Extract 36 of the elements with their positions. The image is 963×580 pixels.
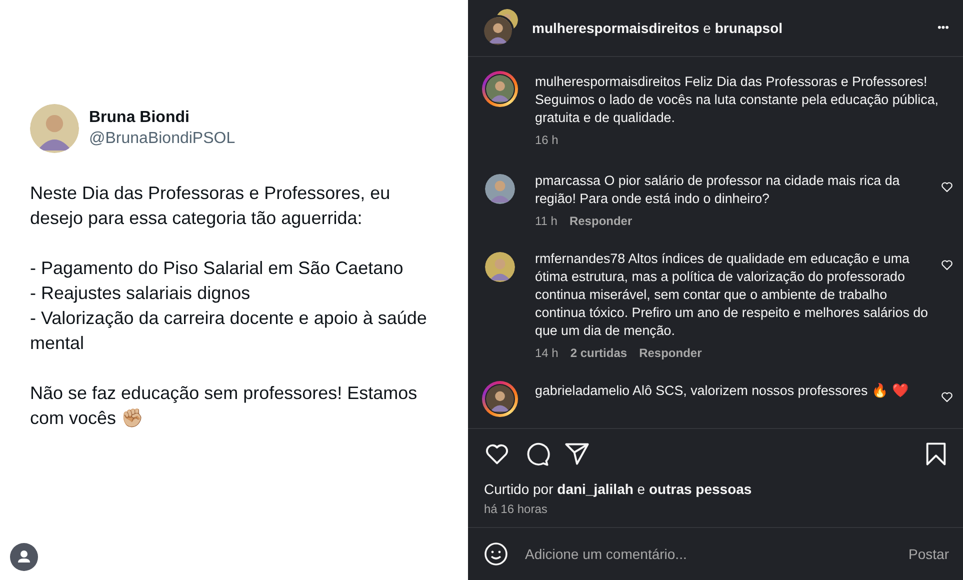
like-icon[interactable] xyxy=(941,181,953,193)
profile-photo xyxy=(485,252,515,282)
reply-link[interactable]: Responder xyxy=(569,214,632,228)
comment-text: gabrieladamelio Alô SCS, valorizem nossos professores 🔥 ❤ xyxy=(535,382,910,400)
avatar-photo xyxy=(30,104,79,153)
comment-text: pmarcassa O pior salário de professor na cidade mais rica da região! Para onde está indo o dinheiro? xyxy=(535,172,901,208)
author-name: Bruna Biondi xyxy=(89,109,190,127)
user-icon[interactable] xyxy=(10,543,38,571)
profile-photo xyxy=(486,75,514,103)
like-icon[interactable] xyxy=(941,259,953,271)
tweet-paragraph: Neste Dia das Professoras e Professores, eu desejo para essa categoria tão aguerrida: xyxy=(30,182,392,230)
more-options-button[interactable]: ••• xyxy=(937,22,949,34)
post-authors: mulherespormaisdireitos e brunapsol xyxy=(532,20,784,36)
story-ring-avatar[interactable] xyxy=(482,381,518,417)
liked-by-text: Curtido por dani_jalilah e outras pessoas xyxy=(484,481,753,497)
comment-text: mulherespormaisdireitos Feliz Dia das Professoras e Professores! Seguimos o lado de vocês na luta constante pela educação pública, gratuita e de qualidade. xyxy=(535,73,940,127)
tweet-paragraph: - Pagamento do Piso Salarial em São Caetano - Reajustes salariais dignos - Valorização da carreira docente e apoio à saúde mental xyxy=(30,257,428,355)
comment-text: rmfernandes78 Altos índices de qualidade em educação e uma ótima estrutura, mas a política de valorização do professorado continua miserável, sem contar que o ambiente de trabalho continua tóxico. Prefiro um ano de respeito e melhores salários do que um dia de menção. xyxy=(535,250,930,340)
profile-photo xyxy=(484,17,512,45)
author-handle: @BrunaBiondiPSOL xyxy=(89,130,236,148)
share-icon[interactable] xyxy=(564,441,590,467)
collab-avatars[interactable] xyxy=(482,9,518,47)
likes-count[interactable]: 2 curtidas xyxy=(570,346,628,360)
comment-time: 14 h xyxy=(535,346,558,360)
story-ring-avatar[interactable] xyxy=(482,71,518,107)
profile-photo xyxy=(486,385,514,413)
post-time: há 16 horas xyxy=(484,502,548,516)
emoji-icon[interactable] xyxy=(484,542,508,566)
reply-link[interactable]: Responder xyxy=(639,346,702,360)
comment-time: 11 h xyxy=(535,214,558,228)
profile-photo xyxy=(485,174,515,204)
comment-input[interactable]: Adicione um comentário... xyxy=(523,541,894,567)
comment-time: 16 h xyxy=(535,133,558,147)
post-button[interactable]: Postar xyxy=(908,546,949,562)
tweet-paragraph: Não se faz educação sem professores! Estamos com vocês ✊🏼 xyxy=(30,382,418,430)
like-icon[interactable] xyxy=(941,391,953,403)
